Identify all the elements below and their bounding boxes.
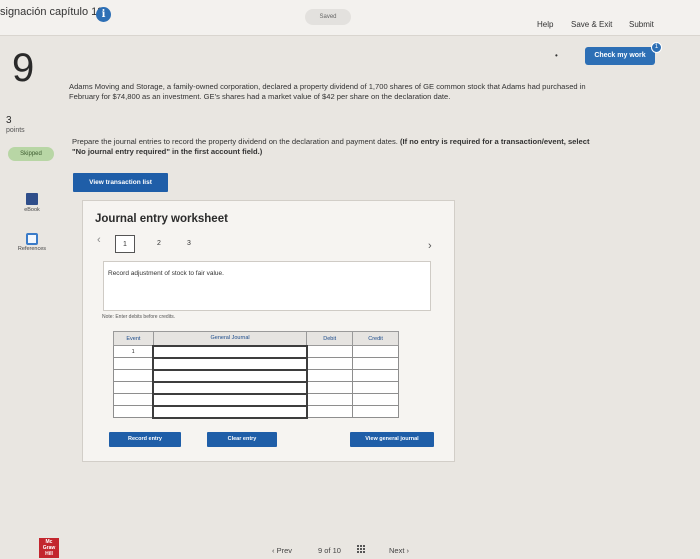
page-total: 10 [332, 546, 341, 555]
account-field[interactable] [152, 392, 308, 407]
submit-link[interactable]: Submit [629, 20, 654, 29]
event-cell [113, 381, 154, 394]
mcgraw-hill-logo: Mc Graw Hill [39, 538, 59, 558]
credit-field[interactable] [352, 393, 399, 406]
account-field[interactable] [152, 380, 308, 395]
table-row [113, 356, 399, 371]
account-field[interactable] [152, 344, 308, 359]
debit-field[interactable] [306, 381, 354, 394]
transaction-description: Record adjustment of stock to fair value… [108, 270, 224, 277]
table-row: 1 [113, 344, 399, 359]
debit-field[interactable] [306, 393, 354, 406]
event-cell [113, 357, 154, 370]
account-field[interactable] [152, 356, 308, 371]
help-link[interactable]: Help [537, 20, 553, 29]
points-value: 3 [6, 115, 12, 126]
instruction-plain: Prepare the journal entries to record th… [72, 137, 398, 146]
event-cell [113, 369, 154, 382]
debit-field[interactable] [306, 345, 354, 358]
credit-field[interactable] [352, 345, 399, 358]
info-icon[interactable]: i [96, 7, 111, 22]
tab-2[interactable]: 2 [149, 235, 169, 253]
table-row [113, 368, 399, 383]
debit-field[interactable] [306, 369, 354, 382]
check-count-badge: 1 [651, 42, 662, 53]
grid-view-icon[interactable] [357, 545, 367, 555]
references-icon[interactable] [26, 233, 38, 245]
credit-field[interactable] [352, 381, 399, 394]
tab-1[interactable]: 1 [115, 235, 135, 253]
next-tab-arrow-icon[interactable]: › [428, 240, 432, 252]
worksheet-title: Journal entry worksheet [95, 213, 228, 225]
page-indicator: 9 of 10 [318, 546, 341, 555]
transaction-description-box: Record adjustment of stock to fair value… [103, 261, 431, 311]
saved-status-badge: Saved [305, 9, 351, 25]
credit-field[interactable] [352, 405, 399, 418]
top-bar: signación capítulo 18 i Saved Help Save … [0, 0, 700, 36]
journal-entry-table: Event General Journal Debit Credit 1 [113, 331, 399, 419]
view-general-journal-button[interactable]: View general journal [350, 432, 434, 447]
record-entry-button[interactable]: Record entry [109, 432, 181, 447]
debit-field[interactable] [306, 357, 354, 370]
tab-3[interactable]: 3 [179, 235, 199, 253]
column-header-general-journal: General Journal [152, 331, 308, 346]
event-cell: 1 [113, 345, 154, 358]
column-header-event: Event [113, 331, 154, 346]
ebook-icon[interactable] [26, 193, 38, 205]
ebook-label[interactable]: eBook [14, 207, 50, 213]
account-field[interactable] [152, 404, 308, 419]
table-row [113, 392, 399, 407]
column-header-debit: Debit [306, 331, 354, 346]
table-row [113, 380, 399, 395]
references-label[interactable]: References [14, 246, 50, 252]
next-label: Next [389, 546, 405, 555]
points-label: points [6, 127, 25, 134]
problem-text: Adams Moving and Storage, a family-owned… [69, 82, 586, 102]
check-my-work-button[interactable]: Check my work [585, 47, 655, 65]
debits-credits-note: Note: Enter debits before credits. [102, 314, 176, 320]
page-of: of [324, 546, 331, 555]
prev-button[interactable]: ‹ Prev [272, 546, 292, 555]
view-transaction-list-button[interactable]: View transaction list [73, 173, 168, 192]
credit-field[interactable] [352, 369, 399, 382]
prev-tab-arrow-icon[interactable]: ‹ [97, 234, 101, 246]
next-button[interactable]: Next › [389, 546, 409, 555]
account-field[interactable] [152, 368, 308, 383]
skipped-badge: Skipped [8, 147, 54, 161]
credit-field[interactable] [352, 357, 399, 370]
event-cell [113, 393, 154, 406]
assignment-title: signación capítulo 18 [0, 6, 104, 18]
small-marker-icon: • [555, 51, 558, 60]
journal-entry-worksheet: Journal entry worksheet ‹ 1 2 3 › Record… [82, 200, 455, 462]
table-row [113, 404, 399, 419]
save-exit-link[interactable]: Save & Exit [571, 20, 612, 29]
question-number: 9 [12, 46, 35, 90]
clear-entry-button[interactable]: Clear entry [207, 432, 277, 447]
column-header-credit: Credit [352, 331, 399, 346]
instruction-text: Prepare the journal entries to record th… [72, 137, 592, 157]
event-cell [113, 405, 154, 418]
page-current: 9 [318, 546, 323, 555]
prev-label: Prev [276, 546, 293, 555]
debit-field[interactable] [306, 405, 354, 418]
